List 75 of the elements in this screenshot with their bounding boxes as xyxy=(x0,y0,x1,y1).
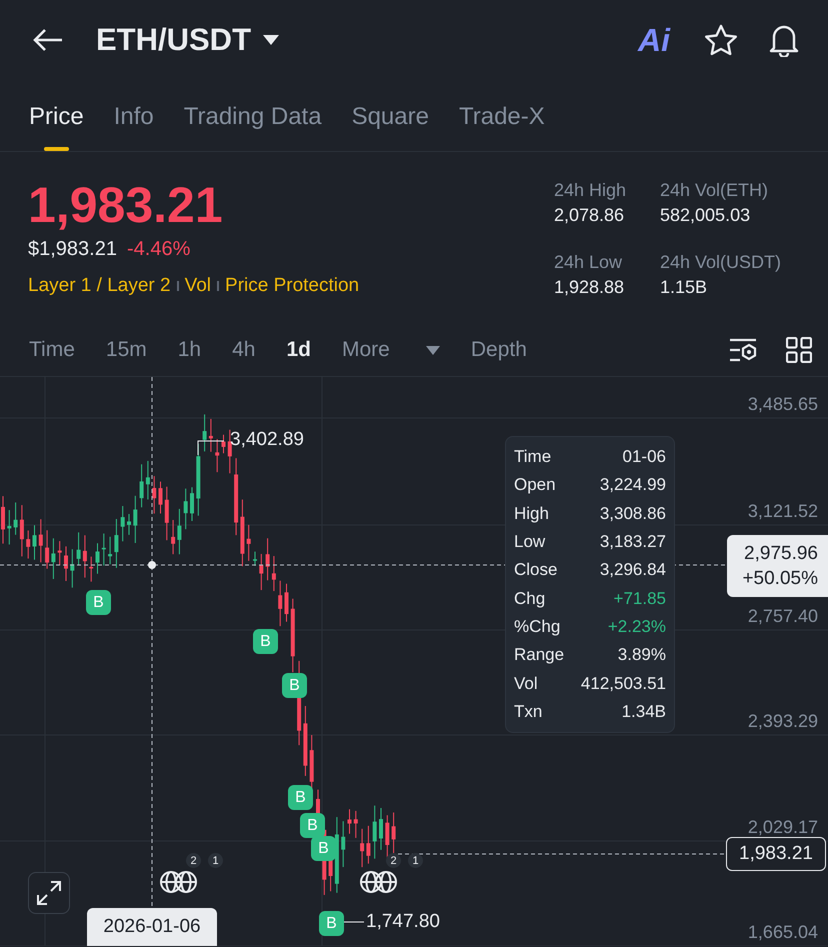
crosshair-date-label: 2026-01-06 xyxy=(87,908,217,946)
fullscreen-button[interactable] xyxy=(28,872,70,914)
info-value: 3,296.84 xyxy=(600,560,666,580)
stat-value: 1.15B xyxy=(660,277,708,298)
stat-value: 1,928.88 xyxy=(554,277,626,298)
high-price-label: 3,402.89 xyxy=(230,429,304,451)
interval-tab[interactable]: 1h xyxy=(178,338,202,362)
tag-link[interactable]: Price Protection xyxy=(225,275,360,297)
axis-label: 2,757.40 xyxy=(748,606,818,627)
info-label: %Chg xyxy=(514,616,560,637)
info-label: Open xyxy=(514,475,556,496)
event-count-badge: 2 xyxy=(186,853,201,868)
info-value: 3.89% xyxy=(618,645,666,666)
info-value: +2.23% xyxy=(608,616,666,637)
stat-label: 24h Low xyxy=(554,252,624,273)
info-value: 3,224.99 xyxy=(600,475,666,496)
axis-label: 2,393.29 xyxy=(748,711,818,732)
back-arrow-icon[interactable] xyxy=(32,28,64,52)
axis-label: 3,121.52 xyxy=(748,501,818,522)
interval-tab[interactable]: 15m xyxy=(106,338,147,362)
stat-label: 24h High xyxy=(554,180,628,201)
info-label: High xyxy=(514,504,549,524)
crosshair-change: +50.05% xyxy=(742,568,818,590)
info-label: Vol xyxy=(514,674,538,694)
tab[interactable]: Trading Data xyxy=(184,103,322,151)
event-count-badge: 2 xyxy=(386,853,401,868)
expand-icon xyxy=(36,880,62,906)
low-price-label: 1,747.80 xyxy=(366,911,440,933)
info-value: 1.34B xyxy=(622,702,666,722)
info-label: Chg xyxy=(514,588,546,609)
stat-value: 582,005.03 xyxy=(660,205,752,226)
info-value: 01-06 xyxy=(622,447,666,468)
last-price-label: 1,983.21 xyxy=(726,837,826,871)
event-count-badge: 1 xyxy=(408,853,423,868)
interval-tab[interactable]: 4h xyxy=(232,338,256,362)
interval-tab[interactable]: More xyxy=(342,338,440,362)
interval-tab[interactable]: 1d xyxy=(286,338,311,362)
tab[interactable]: Square xyxy=(352,103,429,151)
crosshair-price: 2,975.96 xyxy=(744,542,818,564)
info-label: Range xyxy=(514,645,564,666)
last-price: 1,983.21 xyxy=(28,176,224,234)
bell-icon[interactable] xyxy=(768,23,800,57)
info-label: Txn xyxy=(514,702,542,722)
tab[interactable]: Trade-X xyxy=(458,103,545,151)
dropdown-caret-icon[interactable] xyxy=(263,35,279,45)
crosshair-dot xyxy=(148,561,156,569)
star-icon[interactable] xyxy=(704,24,738,56)
info-label: Time xyxy=(514,447,552,468)
indicator-settings-icon[interactable] xyxy=(728,337,758,363)
info-label: Close xyxy=(514,560,558,580)
info-value: 3,183.27 xyxy=(600,532,666,552)
info-value: 412,503.51 xyxy=(580,674,666,694)
info-value: 3,308.86 xyxy=(600,504,666,524)
stat-label: 24h Vol(ETH) xyxy=(660,180,770,201)
axis-label: 1,665.04 xyxy=(748,922,818,943)
usd-price: $1,983.21 xyxy=(28,238,117,261)
axis-label: 2,029.17 xyxy=(748,817,818,838)
stat-value: 2,078.86 xyxy=(554,205,626,226)
caret-icon xyxy=(426,346,440,354)
pair-title[interactable]: ETH/USDT xyxy=(96,22,251,58)
info-value: +71.85 xyxy=(614,588,666,609)
tag-link[interactable]: Layer 1 / Layer 2 xyxy=(28,275,171,297)
interval-tab[interactable]: Depth xyxy=(470,338,527,362)
tag-link[interactable]: Vol xyxy=(184,275,212,297)
axis-label: 3,485.65 xyxy=(748,394,818,415)
tab[interactable]: Info xyxy=(114,103,154,151)
leader-line xyxy=(198,440,224,456)
stat-label: 24h Vol(USDT) xyxy=(660,252,782,273)
price-change: -4.46% xyxy=(126,238,190,261)
event-count-badge: 1 xyxy=(208,853,223,868)
info-label: Low xyxy=(514,532,546,552)
ai-assistant-button[interactable]: Ai xyxy=(638,22,670,58)
tab[interactable]: Price xyxy=(29,103,84,151)
grid-layout-icon[interactable] xyxy=(786,337,812,363)
interval-tab[interactable]: Time xyxy=(29,338,75,362)
